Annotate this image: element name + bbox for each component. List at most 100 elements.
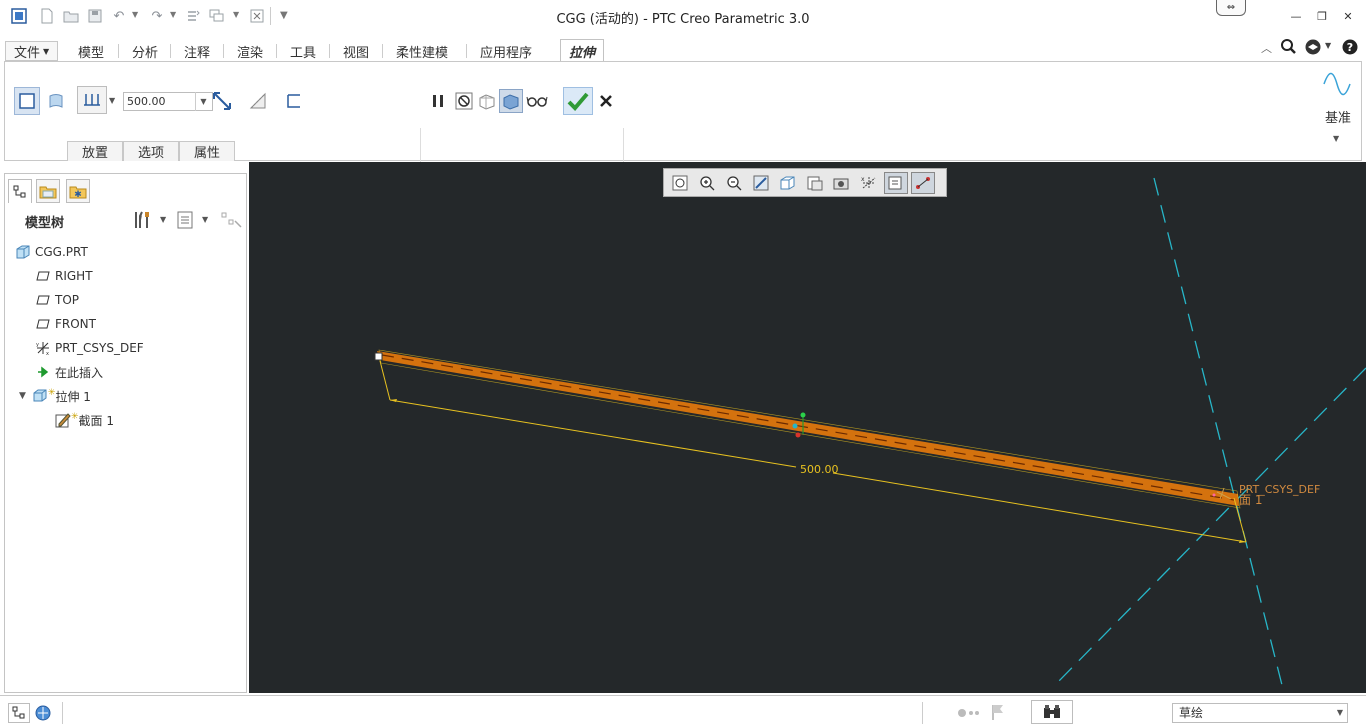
- tab-applications[interactable]: 应用程序: [472, 40, 540, 62]
- verify-glasses-icon[interactable]: [525, 90, 549, 112]
- community-dropdown-icon[interactable]: ▼: [1325, 41, 1331, 50]
- tree-item-label: 截面 1: [78, 413, 114, 428]
- tree-item-top[interactable]: TOP: [35, 290, 79, 310]
- folder-browser-tab-icon[interactable]: [36, 179, 60, 203]
- graphics-window[interactable]: 500.00 PRT_CSYS_DEF 面 1 x: [249, 162, 1366, 693]
- datum-plane-line: [1056, 367, 1366, 684]
- ribbon-collapse-handle[interactable]: ⇔: [1216, 0, 1246, 16]
- zoom-out-icon[interactable]: [722, 172, 746, 194]
- display-style-icon[interactable]: [776, 172, 800, 194]
- show-list-icon[interactable]: [177, 210, 193, 233]
- attached-preview-icon[interactable]: [476, 90, 498, 112]
- datum-display-filters-icon[interactable]: x: [857, 172, 881, 194]
- pause-icon[interactable]: [427, 90, 449, 112]
- depth-option-dropdown-icon[interactable]: ▼: [109, 96, 115, 105]
- subtab-properties[interactable]: 属性: [179, 141, 235, 161]
- remove-material-icon[interactable]: [246, 89, 270, 113]
- flip-direction-icon[interactable]: [210, 89, 234, 113]
- find-binoculars-icon[interactable]: [1031, 700, 1073, 724]
- tab-view[interactable]: 视图: [335, 40, 377, 62]
- tab-render[interactable]: 渲染: [229, 40, 271, 62]
- subtab-options[interactable]: 选项: [123, 141, 179, 161]
- extrude-body: [377, 351, 1239, 506]
- datum-dropdown-icon[interactable]: ▼: [1333, 134, 1339, 143]
- minimize-button[interactable]: —: [1286, 8, 1306, 24]
- tree-item-section[interactable]: ✳ 截面 1: [55, 410, 114, 430]
- collapse-ribbon-icon[interactable]: ︿: [1261, 40, 1272, 56]
- datum-label[interactable]: 基准: [1325, 107, 1351, 126]
- repaint-icon[interactable]: [749, 172, 773, 194]
- tree-item-label: CGG.PRT: [35, 245, 88, 259]
- tree-item-front[interactable]: FRONT: [35, 314, 96, 334]
- new-feature-star-icon: ✳: [47, 388, 56, 398]
- tree-item-label: FRONT: [55, 317, 96, 331]
- browser-icon[interactable]: [32, 703, 54, 723]
- datum-icon[interactable]: [1321, 68, 1353, 98]
- community-icon[interactable]: [1304, 38, 1322, 59]
- close-button[interactable]: ✕: [1338, 8, 1358, 24]
- refit-icon[interactable]: [668, 172, 692, 194]
- chevron-down-icon: ▼: [43, 46, 50, 56]
- zoom-in-icon[interactable]: [695, 172, 719, 194]
- navigator-tabs: ✱: [5, 174, 246, 206]
- tab-extrude[interactable]: 拉伸: [560, 39, 605, 63]
- help-icon[interactable]: ?: [1341, 38, 1359, 59]
- saved-orientations-icon[interactable]: [803, 172, 827, 194]
- part-icon: [15, 244, 31, 260]
- settings-tools-icon[interactable]: [132, 210, 152, 233]
- view-manager-icon[interactable]: [830, 172, 854, 194]
- dimension-line: [832, 472, 1247, 543]
- tree-item-part[interactable]: CGG.PRT: [15, 242, 88, 262]
- tree-item-insert-here[interactable]: 在此插入: [35, 362, 103, 382]
- accept-button[interactable]: [563, 87, 593, 115]
- detached-preview-icon[interactable]: [499, 89, 523, 113]
- section-label: 面 1: [1239, 493, 1263, 507]
- tab-flexible-modeling[interactable]: 柔性建模: [388, 40, 456, 62]
- tree-item-right[interactable]: RIGHT: [35, 266, 93, 286]
- title-bar: ↶ ▼ ↷ ▼ ▼ ▼ CGG (活动的) - PTC Creo Paramet…: [0, 0, 1366, 34]
- model-tree-title: 模型树: [25, 216, 65, 231]
- show-dropdown-icon[interactable]: ▼: [202, 215, 208, 224]
- divider: [276, 44, 277, 58]
- thicken-sketch-icon[interactable]: [282, 89, 306, 113]
- window-title: CGG (活动的) - PTC Creo Parametric 3.0: [556, 12, 810, 27]
- expand-toggle-icon[interactable]: ▼: [19, 391, 26, 401]
- dimension-value-label[interactable]: 500.00: [800, 463, 839, 476]
- tab-analysis[interactable]: 分析: [124, 40, 166, 62]
- tab-tools[interactable]: 工具: [282, 40, 324, 62]
- filter-icon[interactable]: [221, 211, 243, 232]
- no-preview-icon[interactable]: [453, 90, 475, 112]
- model-canvas[interactable]: [249, 162, 1366, 693]
- tree-item-label: 在此插入: [55, 365, 104, 380]
- model-tree-tab-icon[interactable]: [8, 179, 32, 203]
- spin-center-icon[interactable]: [911, 171, 935, 194]
- svg-text:y: y: [36, 342, 39, 348]
- ribbon-tab-bar: 文件 ▼ 模型 分析 注释 渲染 工具 视图 柔性建模 应用程序 拉伸 ︿ ▼ …: [0, 38, 1366, 63]
- selection-filter-select[interactable]: 草绘 ▼: [1172, 703, 1348, 723]
- tab-model[interactable]: 模型: [70, 40, 112, 62]
- depth-option-button[interactable]: [77, 86, 107, 114]
- divider: [382, 44, 383, 58]
- depth-value-dropdown-icon[interactable]: ▼: [195, 92, 211, 111]
- flag-icon[interactable]: [990, 703, 1006, 724]
- annotation-display-icon[interactable]: [884, 171, 908, 194]
- restore-button[interactable]: ❐: [1312, 8, 1332, 24]
- toggle-navigator-icon[interactable]: [8, 703, 30, 723]
- chevron-down-icon: ▼: [1336, 708, 1344, 717]
- tab-annotate[interactable]: 注释: [176, 40, 218, 62]
- cancel-button[interactable]: [595, 90, 617, 112]
- favorites-tab-icon[interactable]: ✱: [66, 179, 90, 203]
- settings-dropdown-icon[interactable]: ▼: [160, 215, 166, 224]
- subtab-placement[interactable]: 放置: [67, 141, 123, 161]
- model-tree-header: 模型树 ▼ ▼: [5, 207, 246, 233]
- search-icon[interactable]: [1280, 38, 1296, 59]
- extrude-solid-button[interactable]: [14, 87, 40, 115]
- datum-plane-icon: [35, 316, 51, 332]
- extrude-surface-button[interactable]: [44, 89, 68, 113]
- regeneration-status-icon[interactable]: [956, 706, 984, 723]
- tree-item-extrude[interactable]: ▼ ✳ 拉伸 1: [19, 386, 91, 406]
- tab-file[interactable]: 文件 ▼: [5, 41, 59, 61]
- divider: [329, 44, 330, 58]
- tree-item-csys[interactable]: yx PRT_CSYS_DEF: [35, 338, 144, 358]
- navigator-panel: ✱ 模型树 ▼ ▼ CGG.PRT RIGHT TOP FRONT y x PR…: [4, 173, 247, 693]
